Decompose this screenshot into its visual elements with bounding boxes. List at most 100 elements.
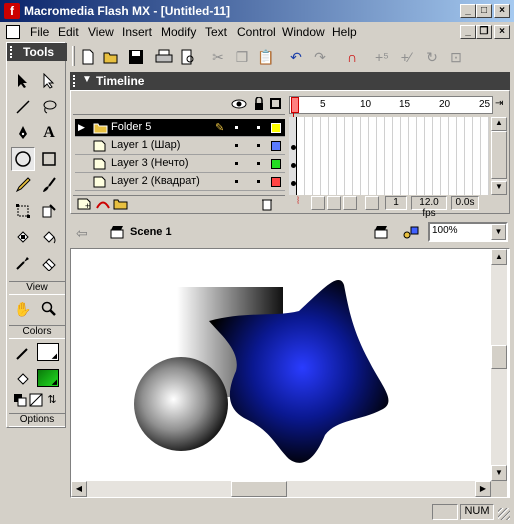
frames-grid[interactable] [289,113,489,195]
onion-skin-icon[interactable] [311,196,325,210]
menu-edit[interactable]: Edit [58,25,79,39]
scroll-right-arrow-icon[interactable]: ▶ [475,481,491,497]
lock-dot[interactable] [257,180,260,183]
scale-icon[interactable]: ⊡ [446,47,466,67]
center-frame-icon[interactable]: ⦚ [291,196,305,210]
add-guide-layer-icon[interactable] [95,197,111,214]
fill-transform-tool[interactable] [37,199,61,223]
stage[interactable]: ▲ ▼ ◀ ▶ [70,248,510,498]
gradient-ball[interactable] [134,357,228,451]
free-transform-tool[interactable] [11,199,35,223]
layer-row-2[interactable]: Layer 2 (Квадрат) [75,173,285,191]
doc-restore-button[interactable]: ❐ [476,25,492,39]
scroll-up-arrow-icon[interactable]: ▲ [491,249,507,265]
stage-hscroll[interactable]: ◀ ▶ [71,481,491,497]
edit-scene-icon[interactable] [374,225,390,242]
expand-arrow-icon[interactable]: ▶ [78,122,85,133]
brush-tool[interactable] [37,173,61,197]
paste-icon[interactable]: 📋 [256,47,276,67]
subselect-tool[interactable] [37,69,61,93]
print-icon[interactable] [154,47,174,67]
frame-ruler[interactable]: 5 10 15 20 25 [289,96,493,114]
scroll-down-arrow-icon[interactable]: ▼ [491,181,507,195]
close-button[interactable]: × [494,4,510,18]
dropdown-arrow-icon[interactable]: ▼ [491,224,506,240]
delete-layer-icon[interactable] [261,197,273,214]
copy-icon[interactable]: ❐ [232,47,252,67]
menu-file[interactable]: File [30,25,49,39]
lock-dot[interactable] [257,144,260,147]
rotate-icon[interactable]: ↻ [422,47,442,67]
snap-magnet-icon[interactable]: ∩ [342,47,362,67]
lock-icon[interactable] [253,96,265,114]
lock-dot[interactable] [257,162,260,165]
redo-icon[interactable]: ↷ [310,47,330,67]
visibility-dot[interactable] [235,162,238,165]
menu-control[interactable]: Control [237,25,276,39]
edit-symbols-icon[interactable] [402,225,420,242]
outline-icon[interactable] [270,98,281,109]
scroll-up-arrow-icon[interactable]: ▲ [491,117,507,131]
stroke-color-swatch[interactable]: ◢ [37,343,59,361]
collapse-arrow-icon[interactable]: ▼ [82,74,92,85]
fill-color-swatch[interactable]: ◢ [37,369,59,387]
scroll-down-arrow-icon[interactable]: ▼ [491,465,507,481]
layer-color-swatch[interactable] [271,123,281,133]
stage-vscroll[interactable]: ▲ ▼ [491,249,507,481]
new-file-icon[interactable] [78,47,98,67]
layer-color-swatch[interactable] [271,141,281,151]
line-tool[interactable] [11,95,35,119]
menu-modify[interactable]: Modify [161,25,196,39]
arrow-tool[interactable] [11,69,35,93]
visibility-dot[interactable] [235,144,238,147]
pen-tool[interactable] [11,121,35,145]
onion-markers-icon[interactable] [365,196,379,210]
layer-row-1[interactable]: Layer 1 (Шар) [75,137,285,155]
undo-icon[interactable]: ↶ [286,47,306,67]
maximize-button[interactable]: □ [476,4,492,18]
open-folder-icon[interactable] [102,47,122,67]
playhead[interactable] [291,97,299,113]
scroll-left-arrow-icon[interactable]: ◀ [71,481,87,497]
straighten-icon[interactable]: +⁄ [396,47,416,67]
menu-window[interactable]: Window [282,25,325,39]
insert-layer-icon[interactable]: + [77,197,93,214]
text-tool[interactable]: A [37,121,61,145]
zoom-tool[interactable] [37,297,61,321]
stage-canvas[interactable] [71,249,493,481]
menu-text[interactable]: Text [205,25,227,39]
doc-close-button[interactable]: × [494,25,510,39]
save-icon[interactable] [126,47,146,67]
swap-colors-button[interactable]: ⇅ [45,393,59,407]
default-colors-button[interactable] [13,393,27,407]
artwork[interactable] [71,249,493,481]
onion-outlines-icon[interactable] [327,196,341,210]
smooth-icon[interactable]: +⁵ [372,47,392,67]
layer-color-swatch[interactable] [271,159,281,169]
eye-icon[interactable] [231,98,247,113]
layer-row-3[interactable]: Layer 3 (Нечто) [75,155,285,173]
minimize-button[interactable]: _ [460,4,476,18]
timeline-vscroll[interactable]: ▲ ▼ [491,117,507,195]
menu-help[interactable]: Help [332,25,357,39]
insert-folder-icon[interactable] [113,197,129,214]
ink-bottle-tool[interactable] [11,225,35,249]
eraser-tool[interactable] [37,251,61,275]
hand-tool[interactable]: ✋ [11,297,35,321]
rectangle-tool[interactable] [37,147,61,171]
tools-header[interactable]: Tools [7,43,67,61]
scroll-thumb[interactable] [491,345,507,369]
lasso-tool[interactable] [37,95,61,119]
layer-row-folder[interactable]: ▶ Folder 5 ✎ [75,119,285,137]
no-color-button[interactable] [29,393,43,407]
menu-insert[interactable]: Insert [122,25,152,39]
back-arrow-icon[interactable]: ⇦ [76,225,88,242]
title-bar[interactable]: f Macromedia Flash MX - [Untitled-11] _ … [0,0,514,22]
layer-color-swatch[interactable] [271,177,281,187]
edit-multiple-icon[interactable] [343,196,357,210]
cut-icon[interactable]: ✂ [208,47,228,67]
zoom-select[interactable]: 100% ▼ [428,222,508,242]
timeline-menu-icon[interactable]: ⇥ [495,98,503,109]
scroll-thumb[interactable] [231,481,287,497]
document-icon[interactable] [6,25,20,39]
